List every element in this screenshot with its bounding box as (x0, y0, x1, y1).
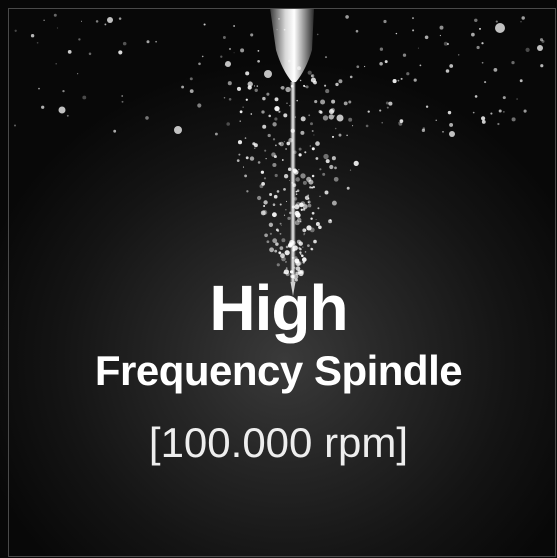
headline-subtitle: Frequency Spindle (94, 347, 463, 394)
spec-rpm: [100.000 rpm] (148, 419, 409, 466)
headline-title: High (209, 272, 348, 344)
promo-banner: High Frequency Spindle [100.000 rpm] (0, 0, 557, 558)
spindle-needle-icon (270, 8, 314, 296)
